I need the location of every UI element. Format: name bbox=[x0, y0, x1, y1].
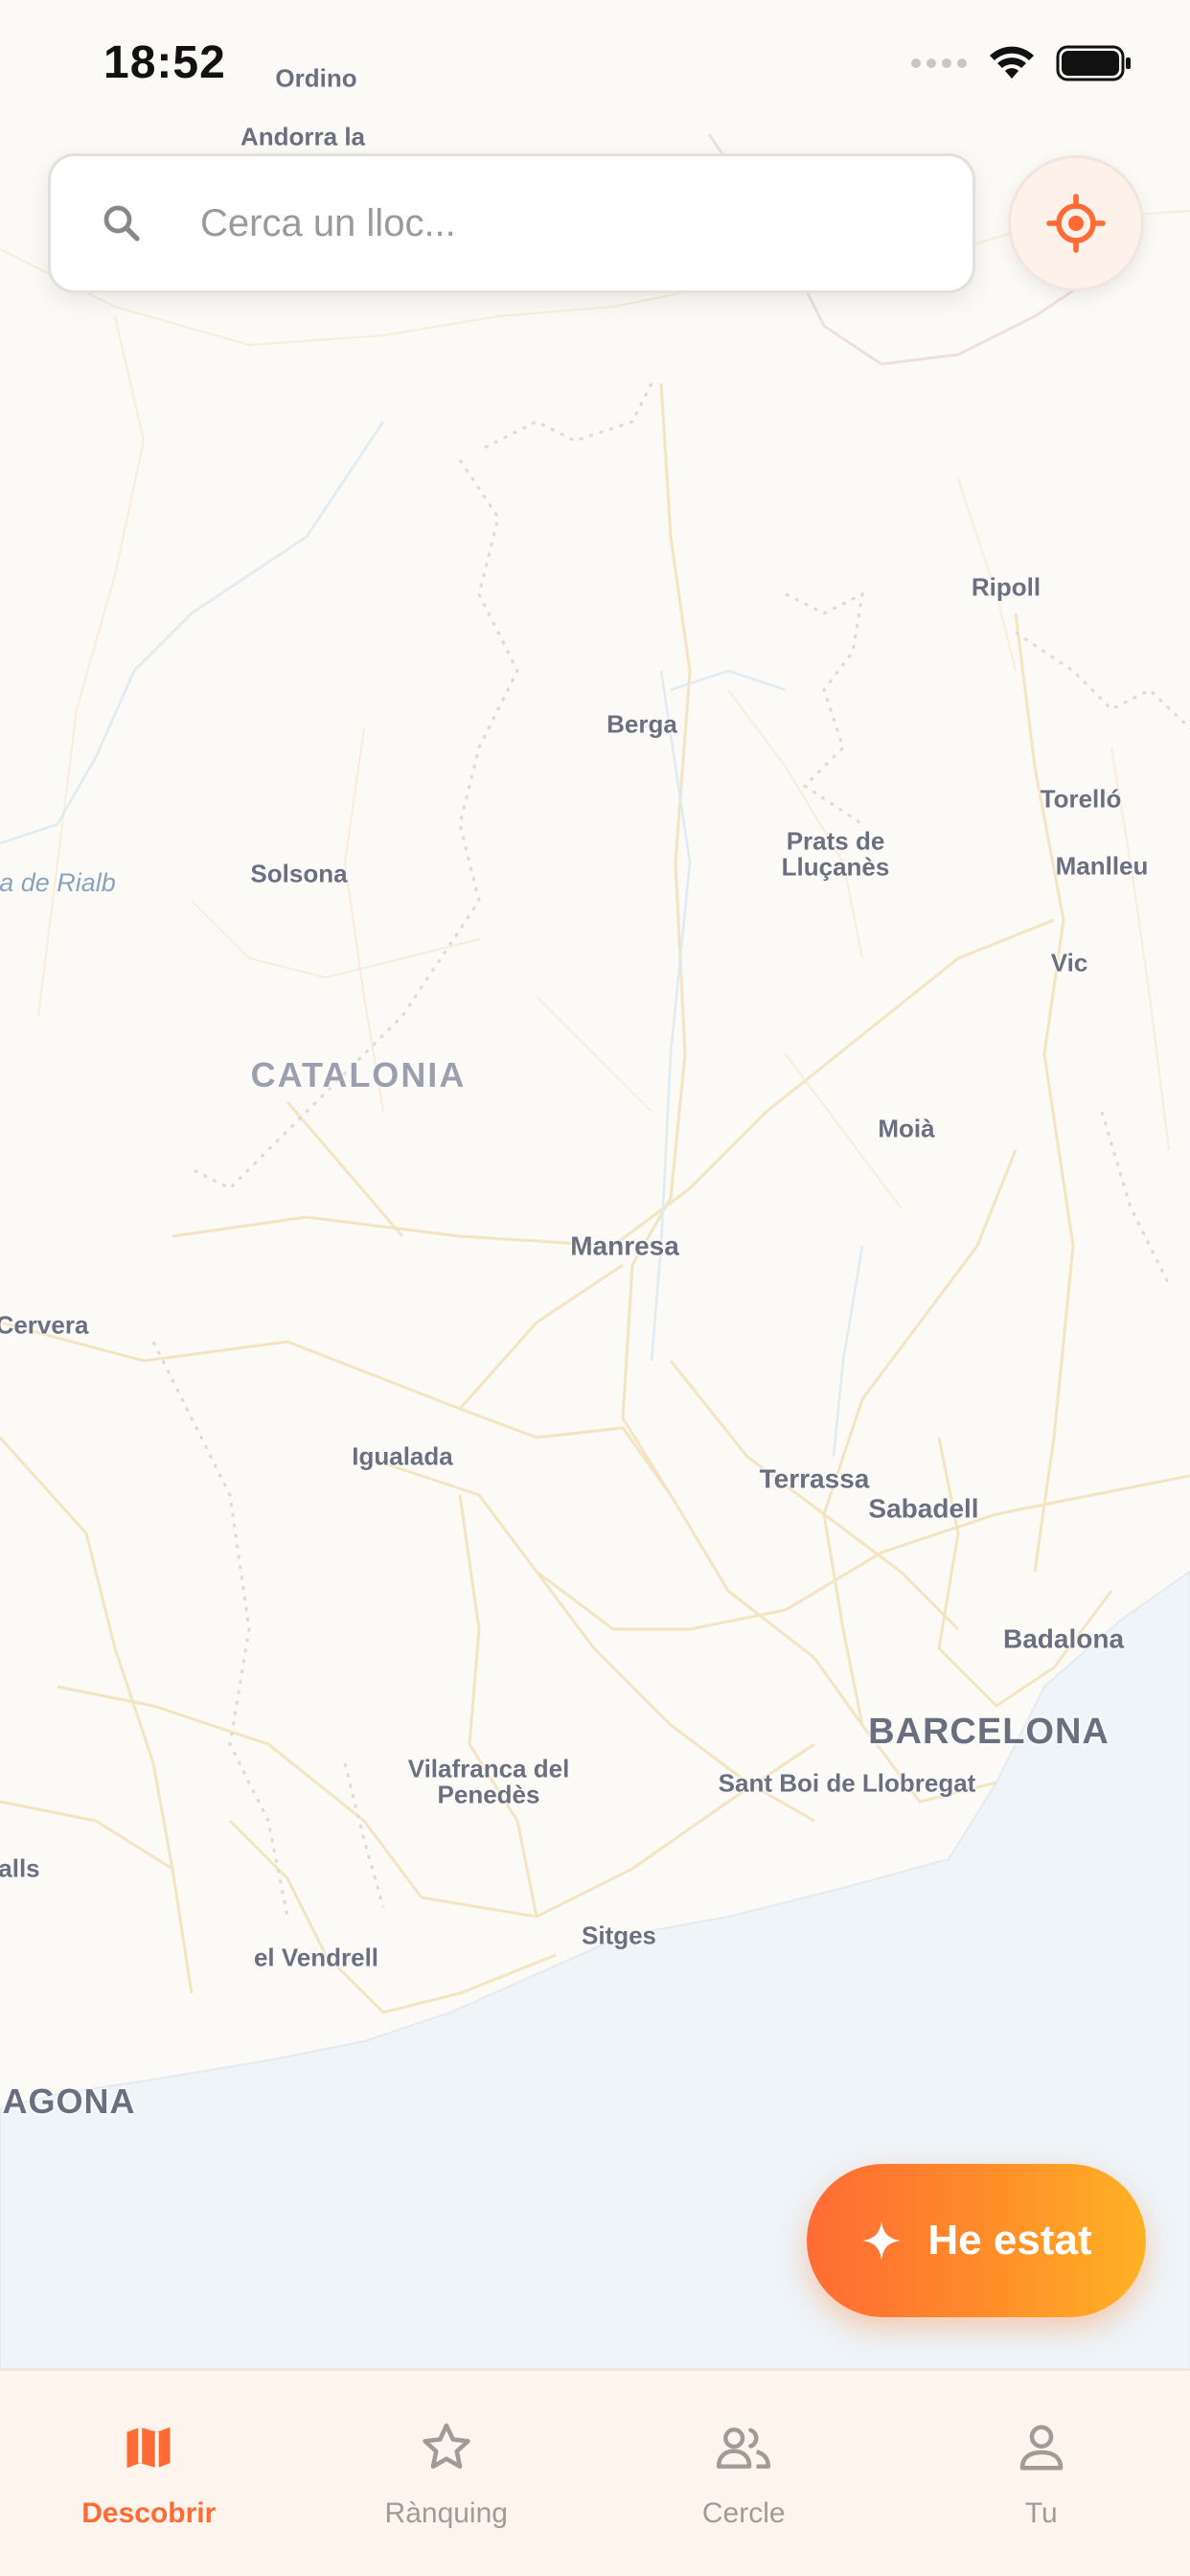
map-label-manlleu: Manlleu bbox=[1055, 851, 1149, 881]
map-view[interactable]: Ordino Andorra la Ripoll Berga Torelló P… bbox=[0, 0, 1190, 2369]
map-label-terrassa: Terrassa bbox=[759, 1463, 870, 1494]
crosshair-location-icon bbox=[1046, 194, 1106, 253]
map-label-valls: Valls bbox=[0, 1853, 40, 1883]
map-label-santboi: Sant Boi de Llobregat bbox=[718, 1768, 976, 1798]
battery-icon bbox=[1056, 45, 1131, 81]
tab-label-tu: Tu bbox=[1024, 2497, 1058, 2529]
map-label-rialb: a de Rialb bbox=[0, 867, 116, 897]
status-bar: 18:52 bbox=[0, 0, 1190, 134]
map-label-vilafranca: Vilafranca del Penedès bbox=[407, 1754, 570, 1809]
sparkle-icon bbox=[862, 2220, 902, 2261]
locate-me-button[interactable] bbox=[1008, 155, 1144, 291]
status-icons bbox=[910, 44, 1133, 82]
app-screen: Ordino Andorra la Ripoll Berga Torelló P… bbox=[0, 0, 1190, 2576]
map-label-sitges: Sitges bbox=[581, 1920, 657, 1950]
map-icon bbox=[126, 2426, 171, 2469]
search-bar[interactable] bbox=[48, 153, 975, 293]
map-label-berga: Berga bbox=[606, 709, 677, 739]
map-label-tarragona: AGONA bbox=[2, 2082, 136, 2122]
map-label-torello: Torelló bbox=[1040, 784, 1122, 814]
map-label-vic: Vic bbox=[1050, 948, 1088, 978]
map-label-ripoll: Ripoll bbox=[971, 572, 1041, 602]
tab-tu[interactable]: Tu bbox=[893, 2371, 1190, 2576]
wifi-icon bbox=[990, 46, 1034, 79]
map-label-solsona: Solsona bbox=[250, 859, 348, 888]
tab-cercle[interactable]: Cercle bbox=[595, 2371, 893, 2576]
map-label-moia: Moià bbox=[878, 1114, 935, 1143]
map-label-badalona: Badalona bbox=[1002, 1623, 1125, 1654]
map-label-igualada: Igualada bbox=[352, 1441, 453, 1471]
map-label-barcelona: BARCELONA bbox=[868, 1712, 1110, 1753]
tab-label-descobrir: Descobrir bbox=[81, 2497, 217, 2529]
map-label-cervera: Cervera bbox=[0, 1310, 89, 1340]
star-icon bbox=[423, 2423, 470, 2469]
people-icon bbox=[717, 2427, 771, 2469]
map-label-sabadell: Sabadell bbox=[868, 1493, 979, 1524]
search-input[interactable] bbox=[200, 156, 948, 290]
map-label-vendrell: el Vendrell bbox=[253, 1943, 379, 1972]
cellular-signal-icon bbox=[911, 58, 967, 68]
map-base bbox=[0, 133, 1190, 2369]
map-label-manresa: Manresa bbox=[570, 1230, 679, 1261]
he-estat-button[interactable]: He estat bbox=[807, 2164, 1146, 2317]
tab-ranquing[interactable]: Rànquing bbox=[298, 2371, 596, 2576]
tab-label-ranquing: Rànquing bbox=[384, 2497, 508, 2529]
he-estat-label: He estat bbox=[927, 2217, 1092, 2264]
person-icon bbox=[1019, 2425, 1063, 2471]
map-label-prats: Prats de Lluçanès bbox=[781, 826, 890, 882]
status-time: 18:52 bbox=[103, 37, 226, 88]
tab-descobrir[interactable]: Descobrir bbox=[0, 2371, 298, 2576]
bottom-tab-bar: Descobrir Rànquing Cercle Tu bbox=[0, 2369, 1190, 2576]
tab-label-cercle: Cercle bbox=[701, 2497, 786, 2529]
map-label-catalonia: CATALONIA bbox=[250, 1055, 467, 1095]
search-icon bbox=[103, 205, 140, 242]
